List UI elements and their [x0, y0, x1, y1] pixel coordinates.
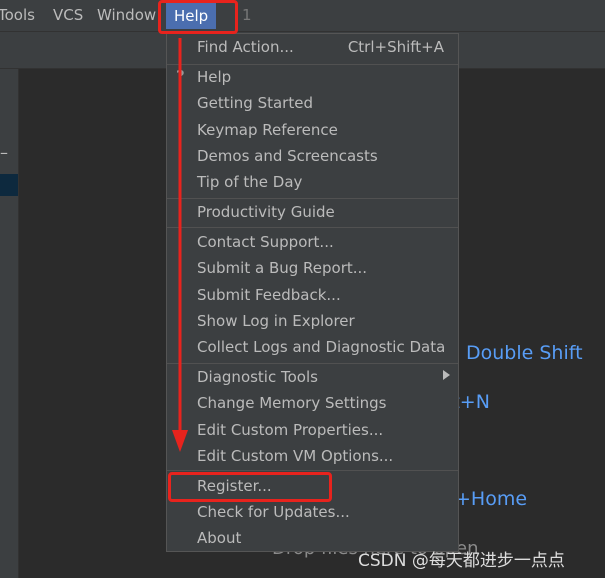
menu-item-help[interactable]: Help [197, 68, 231, 86]
menu-tools[interactable]: Tools [0, 6, 35, 24]
menu-item-contact-support[interactable]: Contact Support... [197, 233, 334, 251]
menu-vcs[interactable]: VCS [53, 6, 83, 24]
separator [167, 198, 458, 199]
menu-item-diagnostic-tools[interactable]: Diagnostic Tools [197, 368, 318, 386]
submenu-arrow-icon [443, 370, 450, 380]
hint-navigation-bar: +Home [455, 488, 528, 510]
menu-item-vm-options[interactable]: Edit Custom VM Options... [197, 447, 393, 465]
shortcut: Ctrl+Shift+A [347, 38, 444, 56]
annotation-arrow-icon [172, 38, 188, 452]
project-panel: – [0, 69, 19, 578]
hint-search-everywhere: Double Shift [466, 342, 583, 364]
menu-window[interactable]: Window [97, 6, 156, 24]
menu-item-keymap[interactable]: Keymap Reference [197, 121, 338, 139]
menu-item-submit-bug[interactable]: Submit a Bug Report... [197, 259, 367, 277]
menu-item-tip[interactable]: Tip of the Day [197, 173, 302, 191]
menu-item-demos[interactable]: Demos and Screencasts [197, 147, 378, 165]
separator [167, 470, 458, 471]
menu-item-custom-properties[interactable]: Edit Custom Properties... [197, 421, 383, 439]
selected-row[interactable] [0, 174, 18, 196]
menu-item-memory-settings[interactable]: Change Memory Settings [197, 394, 387, 412]
menu-item-productivity[interactable]: Productivity Guide [197, 203, 335, 221]
separator [167, 363, 458, 364]
menu-bar: Tools VCS Window Help 1 [0, 0, 605, 32]
menu-item-getting-started[interactable]: Getting Started [197, 94, 313, 112]
menu-item-submit-feedback[interactable]: Submit Feedback... [197, 286, 341, 304]
annotation-box-help [158, 0, 238, 34]
menu-item-find-action[interactable]: Find Action... [197, 38, 294, 56]
menu-item-about[interactable]: About [197, 529, 241, 547]
annotation-box-register [168, 472, 332, 502]
menu-item-show-log[interactable]: Show Log in Explorer [197, 312, 355, 330]
menu-badge: 1 [242, 6, 252, 24]
collapse-icon[interactable]: – [0, 143, 8, 162]
watermark: CSDN @每天都进步一点点 [358, 551, 565, 571]
menu-item-check-updates[interactable]: Check for Updates... [197, 503, 350, 521]
menu-item-collect-logs[interactable]: Collect Logs and Diagnostic Data [197, 338, 445, 356]
separator [167, 64, 458, 65]
separator [167, 227, 458, 228]
